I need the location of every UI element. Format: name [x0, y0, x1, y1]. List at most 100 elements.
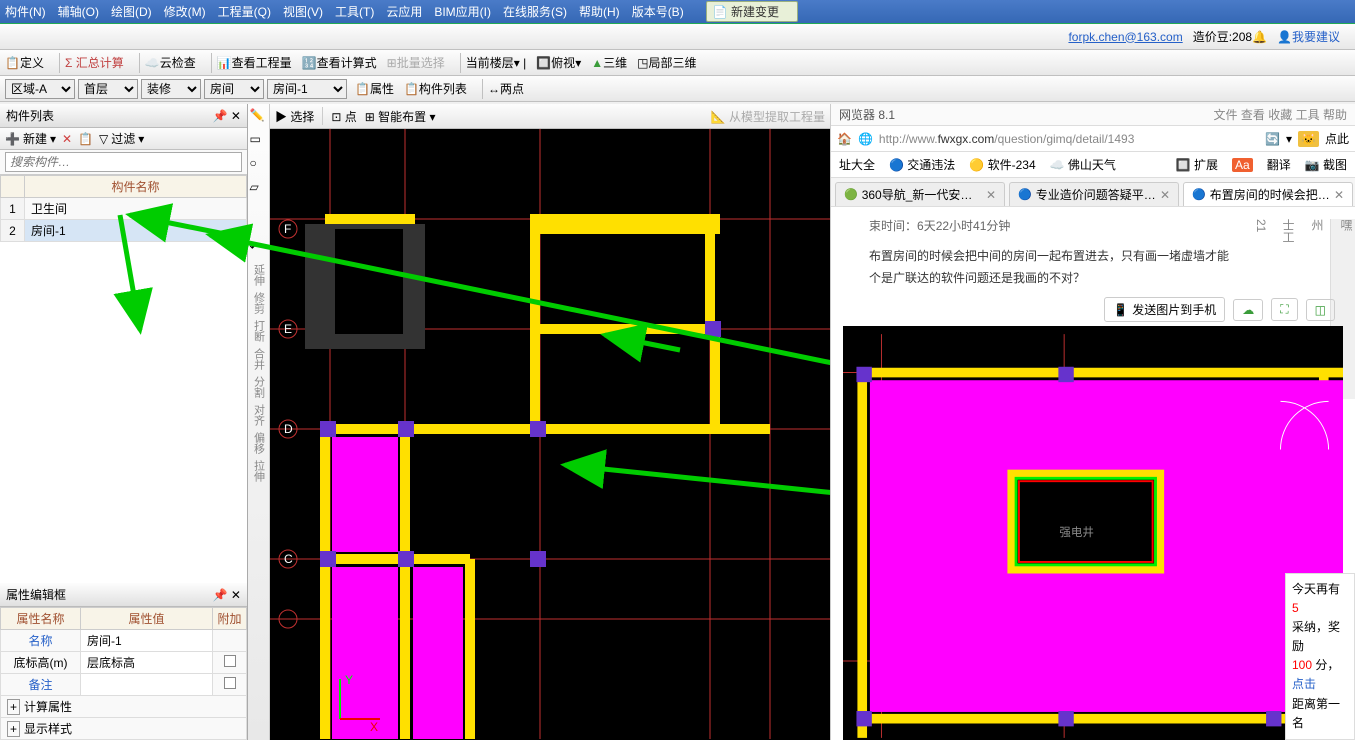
screenshot-button[interactable]: 📷 截图	[1305, 156, 1347, 173]
bookmark-item[interactable]: ☁️ 佛山天气	[1050, 156, 1116, 173]
cloud-button[interactable]: ☁	[1233, 299, 1263, 321]
top-view-button[interactable]: 🔲 俯视 ▾	[536, 54, 581, 71]
cloudcheck-button[interactable]: ☁️ 云检查	[145, 54, 196, 71]
split-label[interactable]: 分割	[251, 376, 267, 398]
browser-tab-active[interactable]: 🔵布置房间的时候会把中...✕	[1183, 182, 1353, 206]
view-formula-button[interactable]: 🔢 查看计算式	[302, 54, 377, 71]
ext-button[interactable]: 🔲 扩展	[1176, 156, 1218, 173]
menu-item[interactable]: 构件(N)	[5, 3, 46, 20]
menu-item[interactable]: 辅轴(O)	[58, 3, 99, 20]
batch-select-button[interactable]: ⊞ 批量选择	[387, 54, 445, 71]
refresh-icon[interactable]: 🔄	[1265, 132, 1280, 146]
browser-tabs: 🟢360导航_新一代安全...✕ 🔵专业造价问题答疑平台...✕ 🔵布置房间的时…	[831, 178, 1355, 207]
draw-line-icon[interactable]: ✏️	[250, 108, 268, 126]
close-icon[interactable]: ✕	[986, 188, 996, 202]
menu-item[interactable]: 工具(T)	[335, 3, 374, 20]
define-button[interactable]: 📋 定义	[5, 54, 44, 71]
trim-label[interactable]: 修剪	[251, 292, 267, 314]
table-row[interactable]: 1卫生间	[1, 198, 247, 220]
break-label[interactable]: 打断	[251, 320, 267, 342]
menu-item[interactable]: 工程量(Q)	[218, 3, 271, 20]
bookmark-item[interactable]: 🟡 软件-234	[969, 156, 1035, 173]
menu-item[interactable]: 修改(M)	[164, 3, 206, 20]
globe-icon[interactable]: 🌐	[858, 132, 873, 146]
copy-button[interactable]: 📋	[78, 132, 93, 146]
smart-place-button[interactable]: ⊞ 智能布置 ▾	[365, 108, 436, 125]
menu-item[interactable]: 云应用	[386, 3, 422, 20]
align-label[interactable]: 对齐	[251, 404, 267, 426]
new-change-button[interactable]: 📄 新建变更	[706, 1, 798, 22]
offset-label[interactable]: 偏移	[251, 432, 267, 454]
merge-label[interactable]: 合并	[251, 348, 267, 370]
menu-item[interactable]: BIM应用(I)	[434, 3, 491, 20]
page-content: 束时间：6天22小时41分钟 布置房间的时候会把中间的房间一起布置进去，只有画一…	[831, 207, 1355, 740]
menu-item[interactable]: 帮助(H)	[579, 3, 620, 20]
home-icon[interactable]: 🏠	[837, 132, 852, 146]
bookmarks-bar: 址大全 🔵 交通违法 🟡 软件-234 ☁️ 佛山天气 🔲 扩展 Aa翻译 📷 …	[831, 152, 1355, 178]
draw-rect-icon[interactable]: ▭	[250, 132, 268, 150]
view-qty-button[interactable]: 📊 查看工程量	[217, 54, 292, 71]
drawing-canvas[interactable]: F E D C	[270, 129, 830, 740]
browser-title: 网览器 8.1	[839, 108, 895, 122]
extract-button[interactable]: 📐 从模型提取工程量	[711, 108, 825, 125]
translate-button[interactable]: Aa	[1232, 158, 1253, 172]
close-icon[interactable]: ✕	[1160, 188, 1170, 202]
panel-pin-icon[interactable]: 📌 ✕	[213, 109, 241, 123]
menu-item[interactable]: 绘图(D)	[111, 3, 152, 20]
area-select[interactable]: 区域-A	[5, 79, 75, 99]
bookmark-item[interactable]: 🔵 交通违法	[889, 156, 955, 173]
panel-pin-icon[interactable]: 📌 ✕	[213, 588, 241, 602]
suggest-link[interactable]: 👤 我要建议	[1277, 28, 1340, 45]
undo-icon[interactable]: ↶	[250, 240, 268, 258]
nav-text[interactable]: 点此	[1325, 130, 1349, 147]
col-header: 附加	[213, 608, 247, 630]
browser-menu[interactable]: 文件 查看 收藏 工具 帮助	[1214, 106, 1347, 123]
cat-icon[interactable]: 🐱	[1298, 131, 1319, 147]
browser-tab[interactable]: 🟢360导航_新一代安全...✕	[835, 182, 1005, 206]
embedded-image[interactable]: 强电井	[843, 326, 1343, 740]
new-component-button[interactable]: ➕ 新建 ▾	[5, 130, 56, 147]
filter-button[interactable]: ▽ 过滤 ▾	[99, 130, 144, 147]
menu-item[interactable]: 视图(V)	[283, 3, 323, 20]
select-button[interactable]: ▶ 选择	[275, 108, 314, 125]
question-text: 布置房间的时候会把中间的房间一起布置进去，只有画一堵虚墙才能 个是广联达的软件问…	[869, 246, 1343, 289]
point-button[interactable]: ⊡ 点	[331, 108, 356, 125]
svg-text:Y: Y	[345, 673, 353, 687]
chevron-down-icon[interactable]: ▾	[1286, 132, 1292, 146]
local-3d-button[interactable]: ◳ 局部三维	[637, 54, 696, 71]
svg-text:D: D	[284, 422, 293, 436]
send-to-phone-button[interactable]: 📱 发送图片到手机	[1104, 297, 1225, 322]
close-icon[interactable]: ✕	[1334, 188, 1344, 202]
checkbox[interactable]	[224, 677, 236, 689]
category-select[interactable]: 装修	[141, 79, 201, 99]
property-button[interactable]: 📋 属性	[355, 80, 394, 97]
component-panel: 构件列表 📌 ✕ ➕ 新建 ▾ ✕ 📋 ▽ 过滤 ▾ 构件名称 1卫生间 2房间…	[0, 104, 248, 740]
two-points-button[interactable]: ↔ 两点	[488, 80, 524, 97]
reward-box: 今天再有 5 采纳，奖励 100 分，点击 距离第一名	[1285, 573, 1355, 740]
item-select[interactable]: 房间-1	[267, 79, 347, 99]
component-list-button[interactable]: 📋 构件列表	[404, 80, 467, 97]
type-select[interactable]: 房间	[204, 79, 264, 99]
table-row[interactable]: 2房间-1	[1, 220, 247, 242]
svg-text:E: E	[284, 322, 292, 336]
3d-button[interactable]: ▲ 三维	[591, 54, 627, 71]
search-input[interactable]	[5, 152, 242, 172]
expand-button[interactable]: ⛶	[1271, 298, 1297, 321]
extend-label[interactable]: 延伸	[251, 264, 267, 286]
menu-item[interactable]: 在线服务(S)	[503, 3, 567, 20]
window-button[interactable]: ◫	[1306, 299, 1335, 321]
user-email: forpk.chen@163.com	[1068, 30, 1182, 44]
delete-button[interactable]: ✕	[62, 132, 72, 146]
address-bar[interactable]: http://www.fwxgx.com/question/gimq/detai…	[879, 132, 1259, 146]
draw-circle-icon[interactable]: ○	[250, 156, 268, 174]
property-panel-header: 属性编辑框 📌 ✕	[0, 583, 247, 607]
stretch-label[interactable]: 拉伸	[251, 460, 267, 482]
sum-button[interactable]: Σ 汇总计算	[65, 54, 124, 71]
current-floor-button[interactable]: 当前楼层 ▾ |	[466, 54, 527, 71]
browser-tab[interactable]: 🔵专业造价问题答疑平台...✕	[1009, 182, 1179, 206]
menu-item[interactable]: 版本号(B)	[632, 3, 684, 20]
checkbox[interactable]	[224, 655, 236, 667]
floor-select[interactable]: 首层	[78, 79, 138, 99]
draw-poly-icon[interactable]: ▱	[250, 180, 268, 198]
bookmark-item[interactable]: 址大全	[839, 156, 875, 173]
